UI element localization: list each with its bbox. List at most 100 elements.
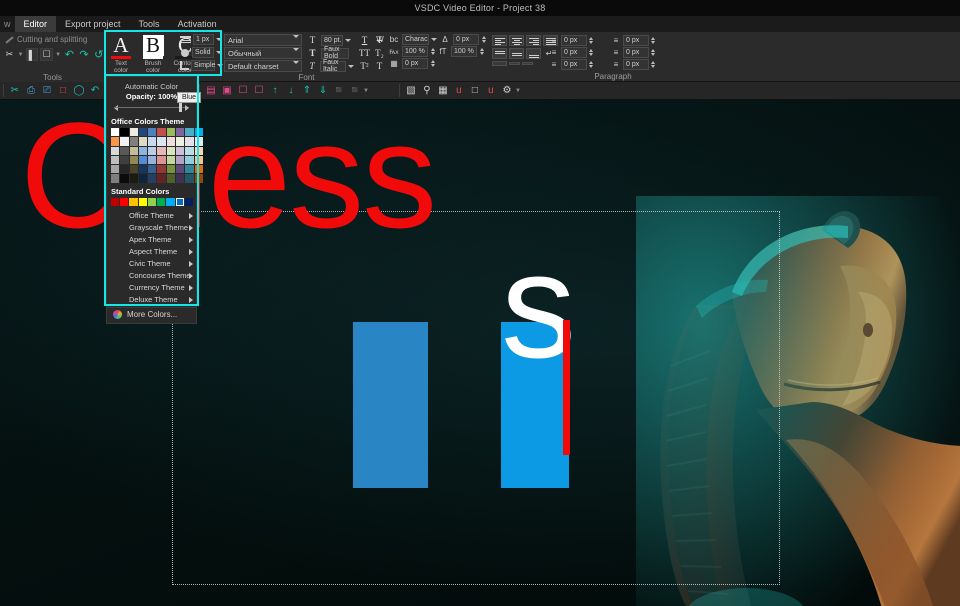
standard-color-swatch-0[interactable] [111,197,120,207]
grid-icon[interactable]: ▦ [436,84,450,98]
automatic-color-item[interactable]: Automatic Color [107,80,196,92]
tracking-value[interactable]: 0 px [453,34,479,45]
office-color-swatch-0-9[interactable] [194,128,203,137]
office-color-swatch-3-3[interactable] [138,155,148,165]
office-color-swatch-5-1[interactable] [120,174,129,183]
indent-right-value[interactable]: 0 px [623,47,649,58]
fill-style-row[interactable]: Solid [180,46,222,59]
standard-color-swatch-8[interactable] [184,197,193,207]
office-color-swatch-2-3[interactable] [138,146,148,155]
standard-colors-row[interactable] [107,197,196,209]
chevron-down-icon-2[interactable]: ▼ [55,52,61,58]
office-color-swatch-0-8[interactable] [185,128,194,137]
theme-item-grayscale-theme[interactable]: Grayscale Theme [107,221,196,233]
add-object-dropdown-icon[interactable]: ◾ [348,84,362,98]
office-color-swatch-1-7[interactable] [176,137,185,146]
line-spacing-stepper[interactable] [589,61,593,68]
chevron-down-icon-linewidth[interactable] [216,38,222,41]
text-color-button[interactable]: A Text color [106,34,136,74]
chevron-down-icon-addobject[interactable]: ▼ [363,88,369,94]
split-icon[interactable]: ▌ [25,48,39,61]
text-object-selection-box[interactable] [172,211,780,585]
vert-scale-stepper[interactable] [431,48,435,55]
office-color-swatch-1-6[interactable] [166,137,176,146]
office-color-swatch-5-6[interactable] [166,174,176,183]
office-color-swatch-3-2[interactable] [129,155,138,165]
office-color-swatch-2-1[interactable] [120,146,129,155]
horiz-scale-stepper[interactable] [480,48,484,55]
move-down-icon[interactable]: ↓ [284,84,298,98]
office-color-swatch-0-6[interactable] [166,128,176,137]
office-color-swatch-2-4[interactable] [148,146,157,155]
office-color-swatch-3-4[interactable] [148,155,157,165]
bullet-list-button[interactable] [492,61,507,66]
align-objects-icon[interactable]: ☐ [236,84,250,98]
align-right-button[interactable] [526,35,541,46]
office-color-swatch-5-2[interactable] [129,174,138,183]
indent-left-stepper[interactable] [589,49,593,56]
chevron-down-icon[interactable]: ▼ [18,52,24,58]
align-center-button[interactable] [509,35,524,46]
indent-first-line-value[interactable]: 0 px [561,35,587,46]
faux-bold-value[interactable]: Faux Bold [321,46,349,60]
office-color-swatch-0-2[interactable] [129,128,138,137]
office-color-swatch-0-1[interactable] [120,128,129,137]
rotate-right-icon[interactable]: ↷ [78,48,91,61]
zoom-icon[interactable]: ⚲ [420,84,434,98]
office-color-swatch-2-0[interactable] [111,146,120,155]
office-color-swatch-4-5[interactable] [157,165,166,174]
kerning-value[interactable]: 0 px [402,58,428,69]
office-color-swatch-1-3[interactable] [138,137,148,146]
office-color-swatch-0-3[interactable] [138,128,148,137]
theme-item-deluxe-theme[interactable]: Deluxe Theme [107,293,196,305]
bring-front-icon[interactable]: ⇑ [300,84,314,98]
corner-style-row[interactable]: Simple [180,59,223,72]
office-color-swatch-1-0[interactable] [111,137,120,146]
standard-color-swatch-1[interactable] [120,197,129,207]
office-color-swatch-4-3[interactable] [138,165,148,174]
indent-right-cell[interactable]: ≡ 0 px [610,47,668,58]
ungroup-objects-icon[interactable]: ▣ [220,84,234,98]
office-color-swatch-5-5[interactable] [157,174,166,183]
office-color-swatch-4-7[interactable] [176,165,185,174]
copy-icon[interactable]: ⎙ [24,84,38,98]
align-top-button[interactable] [492,48,507,59]
office-color-swatch-3-9[interactable] [194,155,203,165]
office-color-swatch-2-6[interactable] [166,146,176,155]
corner-style-value[interactable]: Simple [191,60,215,71]
office-color-swatch-5-0[interactable] [111,174,120,183]
office-color-swatch-5-9[interactable] [194,174,203,183]
office-color-swatch-1-5[interactable] [157,137,166,146]
vert-scale-row[interactable]: ℻ 100 % fT 100 % [374,46,486,57]
space-before-value[interactable]: 0 px [623,35,649,46]
line-width-value[interactable]: 1 px [193,34,214,45]
tab-export-project[interactable]: Export project [56,16,130,32]
office-color-swatch-1-9[interactable] [194,137,203,146]
office-color-swatch-3-8[interactable] [185,155,194,165]
unit-icon-2[interactable]: u [484,84,498,98]
office-color-swatch-4-6[interactable] [166,165,176,174]
office-color-swatch-3-7[interactable] [176,155,185,165]
move-up-icon[interactable]: ↑ [268,84,282,98]
theme-item-office-theme[interactable]: Office Theme [107,209,196,221]
numbered-list-button[interactable] [509,62,520,65]
office-color-swatch-1-4[interactable] [148,137,157,146]
indent-first-line-cell[interactable]: ≡ 0 px [548,35,606,46]
standard-color-swatch-5[interactable] [157,197,166,207]
font-family-combo[interactable]: Arial [224,34,302,47]
office-color-swatch-5-3[interactable] [138,174,148,183]
office-color-swatch-0-0[interactable] [111,128,120,137]
theme-item-civic-theme[interactable]: Civic Theme [107,257,196,269]
tab-tools[interactable]: Tools [130,16,169,32]
theme-item-currency-theme[interactable]: Currency Theme [107,281,196,293]
office-color-swatch-3-5[interactable] [157,155,166,165]
charset-combo[interactable]: Default charset [224,60,302,73]
align-middle-button[interactable] [509,48,524,59]
group-objects-icon[interactable]: ▤ [204,84,218,98]
color-picker-dropdown[interactable]: Automatic Color Opacity: 100% Office Col… [106,76,203,325]
select-all-icon[interactable]: ◯ [72,84,86,98]
kerning-row[interactable]: ▦ 0 px [374,58,486,69]
office-color-swatch-4-1[interactable] [120,165,129,174]
add-object-icon[interactable]: ◾ [332,84,346,98]
line-spacing-cell[interactable]: ≡ 0 px [548,59,606,70]
